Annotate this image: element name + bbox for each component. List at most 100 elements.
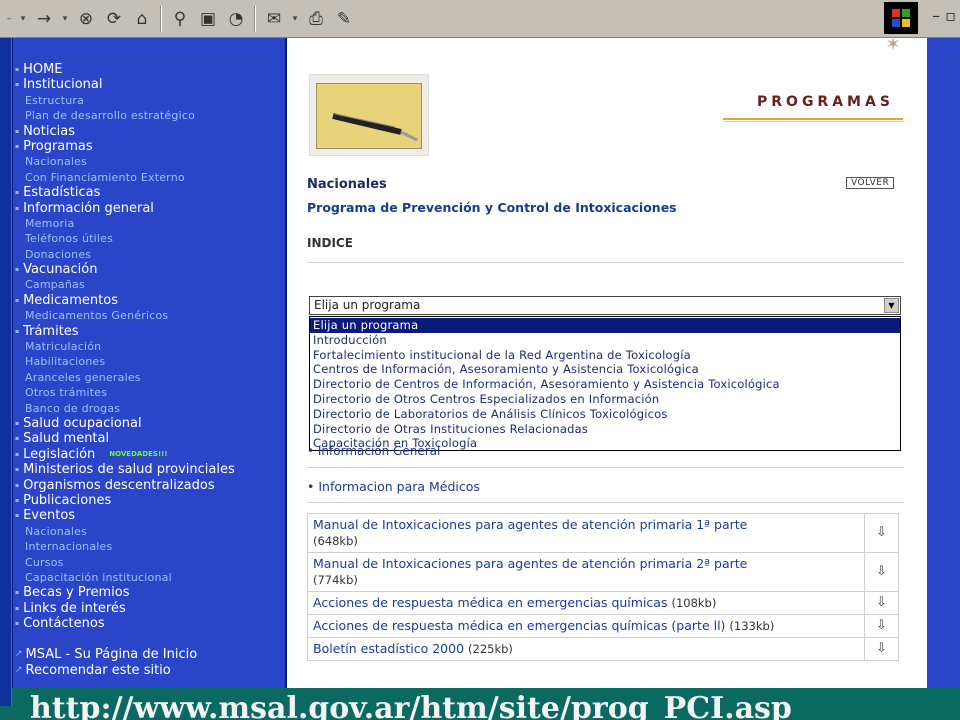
sidebar-item[interactable]: Becas y Premios [13,585,285,600]
document-size: (108kb) [671,596,717,610]
document-size: (774kb) [313,573,358,587]
divider [307,467,903,468]
sidebar-item-label: Campañas [25,278,85,292]
sidebar-item-label: Becas y Premios [23,585,130,601]
program-select[interactable]: Elija un programa ▼ [309,296,901,315]
minimize-icon[interactable]: – ▫ [932,6,956,25]
chevron-down-icon[interactable]: ▾ [60,7,70,31]
home-icon[interactable]: ⌂ [130,7,154,31]
document-title: Acciones de respuesta médica en emergenc… [313,595,668,610]
sidebar-item[interactable]: Eventos [13,508,285,524]
sidebar-item-label: Nacionales [25,524,88,538]
download-icon[interactable]: ⇩ [864,637,899,661]
chevron-down-icon[interactable]: ▼ [884,298,899,313]
sidebar-item[interactable]: Programas [13,139,285,154]
refresh-icon[interactable]: ⟳ [102,7,126,31]
sidebar-item[interactable]: Internacionales [13,539,285,554]
sidebar-item[interactable]: HOME [13,62,285,77]
sidebar-item-label: Con Financiamiento Externo [25,170,185,184]
chevron-down-icon[interactable]: ▾ [290,7,300,31]
sidebar-item[interactable]: Salud ocupacional [13,416,285,431]
sidebar-item[interactable]: Medicamentos [13,293,285,308]
sidebar-item[interactable]: Banco de drogas [13,401,285,416]
window-left-border [0,38,12,718]
sidebar-footer-link[interactable]: Recomendar este sitio [13,663,285,678]
table-row: Boletín estadístico 2000 (225kb) ⇩ [307,637,899,661]
sidebar-item[interactable]: Medicamentos Genéricos [13,308,285,323]
stop-icon[interactable]: ⊗ [74,7,98,31]
sidebar-item-label: Trámites [23,323,79,339]
sidebar-item[interactable]: Con Financiamiento Externo [13,170,285,185]
toolbar-divider [160,5,162,32]
sidebar-item[interactable]: Ministerios de salud provinciales [13,462,285,477]
sidebar-item[interactable]: Capacitación institucional [13,570,285,585]
back-button[interactable]: VOLVER [846,177,895,189]
document-title: Manual de Intoxicaciones para agentes de… [313,556,748,571]
sidebar-item[interactable]: Publicaciones [13,493,285,508]
sidebar-item[interactable]: Organismos descentralizados [13,478,285,493]
dropdown-option[interactable]: Introducción [310,333,900,348]
download-icon[interactable]: ⇩ [864,552,899,592]
sidebar-item[interactable]: Links de interés [13,601,285,616]
fountain-pen-icon [332,113,418,142]
sidebar-item[interactable]: Nacionales [13,524,285,539]
search-icon[interactable]: ⚲ [168,7,192,31]
sidebar-item[interactable]: Plan de desarrollo estratégico [13,108,285,123]
sidebar-item[interactable]: Noticias [13,124,285,139]
chevron-down-icon[interactable]: ▾ [18,7,28,31]
divider [307,262,903,263]
dropdown-option[interactable]: Directorio de Centros de Información, As… [310,377,900,392]
sidebar-item[interactable]: Nacionales [13,154,285,169]
sidebar-item[interactable]: Donaciones [13,247,285,262]
banner-underline-light [723,121,903,122]
link-info-general[interactable]: • Información General [307,444,440,458]
dropdown-option[interactable]: Elija un programa [310,318,900,333]
dropdown-option[interactable]: Fortalecimiento institucional de la Red … [310,348,900,363]
document-link[interactable]: Manual de Intoxicaciones para agentes de… [307,513,865,553]
sidebar-item[interactable]: Estadísticas [13,185,285,200]
sidebar-item[interactable]: Campañas [13,277,285,292]
favorites-icon[interactable]: ▣ [196,7,220,31]
mail-icon[interactable]: ✉ [262,7,286,31]
history-icon[interactable]: ◔ [224,7,248,31]
sidebar-item-label: Noticias [23,123,75,139]
sidebar-item[interactable]: Estructura [13,93,285,108]
sidebar-item-label: Publicaciones [23,493,112,509]
download-icon[interactable]: ⇩ [864,591,899,615]
sidebar-item[interactable]: Legislación NOVEDADES!!! [13,447,285,462]
download-icon[interactable]: ⇩ [864,513,899,553]
sidebar-item[interactable]: Cursos [13,555,285,570]
edit-icon[interactable]: ✎ [332,7,356,31]
dropdown-option[interactable]: Centros de Información, Asesoramiento y … [310,362,900,377]
sidebar-item[interactable]: Matriculación [13,339,285,354]
url-overlay-text: http://www.msal.gov.ar/htm/site/prog_PCI… [30,691,792,720]
sidebar-item[interactable]: Contáctenos [13,616,285,631]
new-badge: NOVEDADES!!! [109,449,168,458]
document-link[interactable]: Acciones de respuesta médica en emergenc… [307,614,865,638]
dropdown-option[interactable]: Directorio de Laboratorios de Análisis C… [310,407,900,422]
forward-icon[interactable]: → [32,7,56,31]
sidebar-item[interactable]: Información general [13,201,285,216]
windows-logo-icon [884,2,918,34]
sidebar-item-label: Estructura [25,93,85,107]
print-icon[interactable]: ⎙ [304,7,328,31]
window-corner [0,706,12,720]
sidebar-item[interactable]: Memoria [13,216,285,231]
download-icon[interactable]: ⇩ [864,614,899,638]
sidebar-item[interactable]: Vacunación [13,262,285,277]
sidebar-item[interactable]: Habilitaciones [13,354,285,369]
dropdown-option[interactable]: Directorio de Otros Centros Especializad… [310,392,900,407]
document-link[interactable]: Acciones de respuesta médica en emergenc… [307,591,865,615]
document-link[interactable]: Manual de Intoxicaciones para agentes de… [307,552,865,592]
sidebar-footer-link[interactable]: MSAL - Su Página de Inicio [13,647,285,663]
sidebar-item[interactable]: Salud mental [13,431,285,447]
link-info-medicos[interactable]: • Informacion para Médicos [307,479,480,494]
dropdown-option[interactable]: Directorio de Otras Instituciones Relaci… [310,422,900,437]
document-size: (133kb) [729,619,775,633]
sidebar-item[interactable]: Teléfonos útiles [13,231,285,246]
sidebar-item[interactable]: Otros trámites [13,385,285,400]
sidebar-item[interactable]: Trámites [13,324,285,339]
document-link[interactable]: Boletín estadístico 2000 (225kb) [307,637,865,661]
sidebar-item[interactable]: Institucional [13,77,285,93]
sidebar-item[interactable]: Aranceles generales [13,370,285,385]
